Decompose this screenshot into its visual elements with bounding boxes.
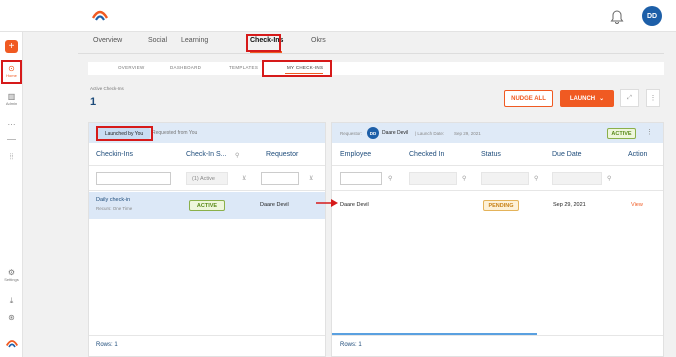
nudge-all-button[interactable]: NUDGE ALL xyxy=(504,90,553,107)
divider xyxy=(7,139,16,140)
status-badge: ACTIVE xyxy=(607,128,636,139)
column-header-action: Action xyxy=(628,151,648,158)
expand-icon: ⤢ xyxy=(627,94,632,101)
subtab-templates[interactable]: TEMPLATES xyxy=(229,65,258,70)
add-button[interactable]: + xyxy=(5,40,18,53)
user-avatar[interactable]: DD xyxy=(642,6,662,26)
main-content: Overview Social Learning Check-Ins Okrs … xyxy=(78,32,664,357)
home-icon: ⊙ xyxy=(8,64,15,73)
requestor-name: Daare Devil xyxy=(382,130,409,136)
rows-count: Rows: 1 xyxy=(96,342,118,348)
status-badge: ACTIVE xyxy=(189,200,225,211)
sidebar-item-grid[interactable]: ⦙⦙ xyxy=(0,152,23,161)
active-checkins-count: 1 xyxy=(90,96,97,108)
checkins-list-panel: Launched by You Requested from You Check… xyxy=(88,122,326,357)
subtab-dashboard[interactable]: DASHBOARD xyxy=(170,65,201,70)
sidebar-item-more[interactable]: ··· xyxy=(0,120,23,129)
column-header-checkin-status[interactable]: Check-In S... xyxy=(186,151,226,158)
tab-social[interactable]: Social xyxy=(148,37,167,44)
sidebar-item-label: Admin xyxy=(5,101,18,106)
chevron-down-icon: ⌄ xyxy=(599,96,605,102)
segment-requested-from-you[interactable]: Requested from You xyxy=(152,130,197,136)
divider xyxy=(332,335,663,336)
highlight-box xyxy=(246,34,281,52)
filter-icon[interactable]: ⚲ xyxy=(388,175,392,182)
tab-learning[interactable]: Learning xyxy=(181,37,208,44)
table-row[interactable]: Daily check-in Recurs: One Time ACTIVE D… xyxy=(89,192,325,219)
filter-icon[interactable]: ⚲ xyxy=(462,175,466,182)
tab-okrs[interactable]: Okrs xyxy=(311,37,326,44)
sidebar: + ⊙ Home ▥ Admin ··· ⦙⦙ ⚙ Settings ⤓ ⊛ xyxy=(0,32,23,357)
due-date: Sep 29, 2021 xyxy=(553,202,586,208)
more-options-button[interactable]: ⋮ xyxy=(646,89,660,107)
filter-icon[interactable]: ⚲ xyxy=(235,152,239,159)
checkins-filter-input[interactable] xyxy=(96,172,171,185)
admin-icon: ▥ xyxy=(7,92,16,101)
active-checkins-label: Active Check-Ins xyxy=(90,86,124,91)
column-header-checked-in[interactable]: Checked In xyxy=(409,151,444,158)
launch-date: Sep 29, 2021 xyxy=(454,131,481,136)
checkin-recurrence: Recurs: One Time xyxy=(96,206,133,211)
divider xyxy=(89,335,325,336)
ellipsis-icon: ··· xyxy=(7,120,16,129)
status-filter-select[interactable]: (1) Active xyxy=(186,172,228,185)
sidebar-item-home[interactable]: ⊙ Home xyxy=(1,60,22,84)
employee-filter-input[interactable] xyxy=(340,172,382,185)
expand-button[interactable]: ⤢ xyxy=(620,89,639,107)
column-header-due-date[interactable]: Due Date xyxy=(552,151,582,158)
divider xyxy=(332,165,663,166)
launch-button[interactable]: LAUNCH ⌄ xyxy=(560,90,614,107)
requestor-label: Requestor: xyxy=(340,131,363,136)
tab-bar: Overview Social Learning Check-Ins Okrs xyxy=(78,32,664,54)
checked-in-filter-input[interactable] xyxy=(409,172,457,185)
arrow-right-icon xyxy=(316,199,338,207)
checkin-title[interactable]: Daily check-in xyxy=(96,197,130,203)
employee-name: Daare Devil xyxy=(340,202,369,208)
sidebar-item-support[interactable]: ⊛ xyxy=(0,313,23,322)
clear-filter-icon[interactable]: ⊻ xyxy=(242,175,246,182)
sidebar-item-label: Settings xyxy=(4,277,19,282)
sidebar-item-download[interactable]: ⤓ xyxy=(0,296,23,305)
highlight-box xyxy=(262,60,332,77)
table-row[interactable]: Daare Devil PENDING Sep 29, 2021 View xyxy=(332,192,663,219)
checkin-detail-panel: Requestor: DD Daare Devil | Launch Date:… xyxy=(331,122,664,357)
column-header-employee[interactable]: Employee xyxy=(340,151,371,158)
grid-icon: ⦙⦙ xyxy=(9,152,14,161)
sidebar-item-admin[interactable]: ▥ Admin xyxy=(0,92,23,106)
status-filter-input[interactable] xyxy=(481,172,529,185)
requestor-filter-input[interactable] xyxy=(261,172,299,185)
divider xyxy=(89,190,325,191)
divider xyxy=(89,165,325,166)
subtab-bar: OVERVIEW DASHBOARD TEMPLATES MY CHECK-IN… xyxy=(88,62,664,75)
filter-icon[interactable]: ⚲ xyxy=(607,175,611,182)
view-link[interactable]: View xyxy=(631,202,643,208)
detail-header: Requestor: DD Daare Devil | Launch Date:… xyxy=(332,123,663,143)
gear-icon: ⚙ xyxy=(7,268,16,277)
column-header-status[interactable]: Status xyxy=(481,151,501,158)
brand-logo-icon xyxy=(5,340,19,348)
lifebuoy-icon: ⊛ xyxy=(8,313,15,322)
sidebar-item-label: Home xyxy=(6,73,17,78)
due-date-filter-input[interactable] xyxy=(552,172,602,185)
subtab-overview[interactable]: OVERVIEW xyxy=(118,65,145,70)
status-badge: PENDING xyxy=(483,200,519,211)
clear-filter-icon[interactable]: ⊻ xyxy=(309,175,313,182)
top-bar: DD xyxy=(0,0,676,32)
highlight-box xyxy=(96,126,153,141)
launch-date-label: | Launch Date: xyxy=(415,131,445,136)
bell-icon[interactable] xyxy=(610,8,624,24)
tab-overview[interactable]: Overview xyxy=(93,37,122,44)
column-header-requestor[interactable]: Requestor xyxy=(266,151,298,158)
requestor-name: Daare Devil xyxy=(260,202,289,208)
download-icon: ⤓ xyxy=(9,296,14,305)
app-logo-icon[interactable] xyxy=(91,8,109,24)
filter-icon[interactable]: ⚲ xyxy=(534,175,538,182)
divider xyxy=(332,190,663,191)
more-options-button[interactable]: ⋮ xyxy=(646,128,653,136)
sidebar-item-settings[interactable]: ⚙ Settings xyxy=(0,268,23,282)
rows-count: Rows: 1 xyxy=(340,342,362,348)
avatar: DD xyxy=(367,127,379,139)
launch-label: LAUNCH xyxy=(569,95,596,102)
column-header-checkins[interactable]: Checkin-Ins xyxy=(96,151,133,158)
